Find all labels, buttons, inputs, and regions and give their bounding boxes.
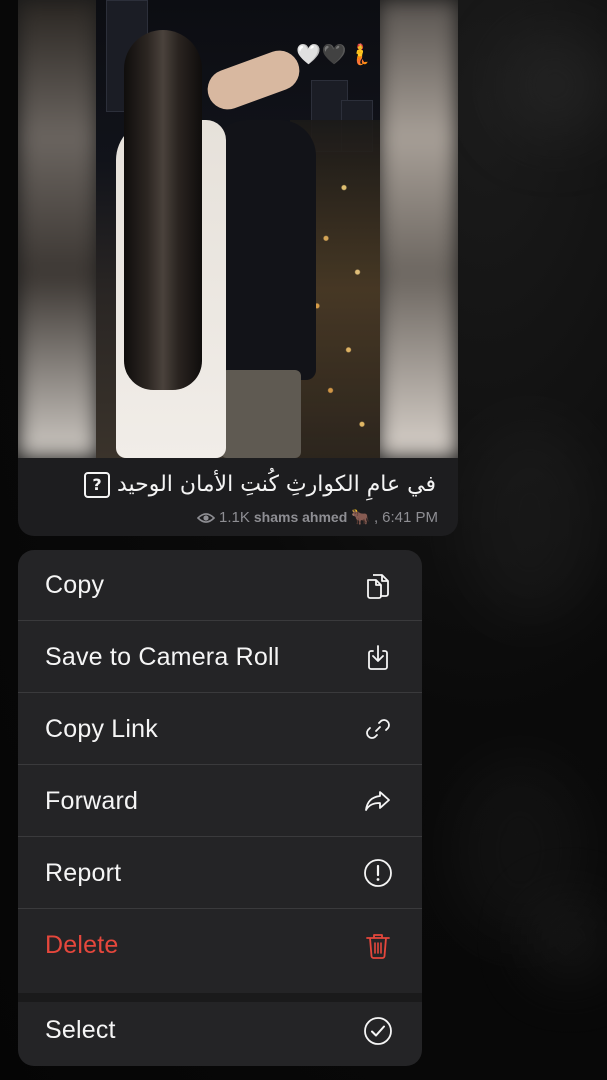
menu-item-save-to-camera-roll[interactable]: Save to Camera Roll [18, 622, 422, 693]
context-menu: Copy Save to Camera Roll Copy Link Forwa… [18, 550, 422, 1066]
menu-item-label: Forward [45, 786, 139, 815]
photo-man-legs [221, 370, 301, 458]
menu-item-report[interactable]: Report [18, 838, 422, 909]
checkmark-circle-icon [362, 1015, 394, 1047]
photo-emoji-overlay: 🤍🖤🧜 [296, 42, 374, 66]
background-blur [530, 900, 607, 980]
message-caption: في عامِ الكوارثِ كُنتِ الأمان الوحيد ? 1… [18, 458, 458, 536]
white-heart-emoji: 🤍 [296, 42, 322, 66]
photo-image: 🤍🖤🧜 [96, 0, 380, 458]
message-photo[interactable]: 🤍🖤🧜 [18, 0, 458, 458]
eye-icon [196, 511, 216, 523]
view-count: 1.1K [219, 508, 250, 526]
exclamation-circle-icon [362, 857, 394, 889]
mermaid-emoji: 🧜 [347, 42, 374, 66]
menu-item-label: Copy [45, 570, 105, 599]
author-name: shams ahmed [253, 509, 348, 525]
question-box-emoji: ? [83, 472, 110, 498]
background-blur [500, 30, 607, 140]
menu-item-label: Report [45, 858, 122, 887]
menu-item-forward[interactable]: Forward [18, 766, 422, 837]
background-blur [460, 420, 600, 620]
menu-item-label: Select [45, 1016, 116, 1044]
link-icon [362, 713, 394, 745]
menu-item-label: Copy Link [45, 714, 158, 743]
photo-blur-edge [378, 0, 458, 458]
author-emoji: 🐂 [351, 509, 370, 526]
menu-item-copy-link[interactable]: Copy Link [18, 694, 422, 765]
menu-item-label: Save to Camera Roll [45, 642, 280, 671]
menu-item-delete[interactable]: Delete [18, 910, 422, 981]
menu-item-copy[interactable]: Copy [18, 550, 422, 621]
photo-man [211, 120, 316, 380]
meta-separator: , [373, 508, 379, 526]
photo-blur-edge [18, 0, 98, 458]
chat-screen: 🤍🖤🧜 في عامِ الكوارثِ كُنتِ الأمان الوحيد… [0, 0, 607, 1080]
photo-hair [124, 30, 202, 390]
trash-icon [362, 930, 394, 962]
download-icon [362, 641, 394, 673]
copy-icon [362, 569, 394, 601]
message-time: 6:41 PM [382, 508, 438, 526]
menu-item-label: Delete [45, 931, 119, 959]
menu-item-select[interactable]: Select [18, 995, 422, 1066]
photo-arm [202, 44, 305, 116]
message-bubble[interactable]: 🤍🖤🧜 في عامِ الكوارثِ كُنتِ الأمان الوحيد… [18, 0, 458, 536]
forward-arrow-icon [362, 785, 394, 817]
message-meta: 1.1K shams ahmed 🐂 , 6:41 PM [196, 508, 438, 526]
black-heart-emoji: 🖤 [321, 42, 348, 66]
caption-text-line: في عامِ الكوارثِ كُنتِ الأمان الوحيد ? [78, 472, 436, 498]
caption-text: في عامِ الكوارثِ كُنتِ الأمان الوحيد [116, 472, 436, 497]
